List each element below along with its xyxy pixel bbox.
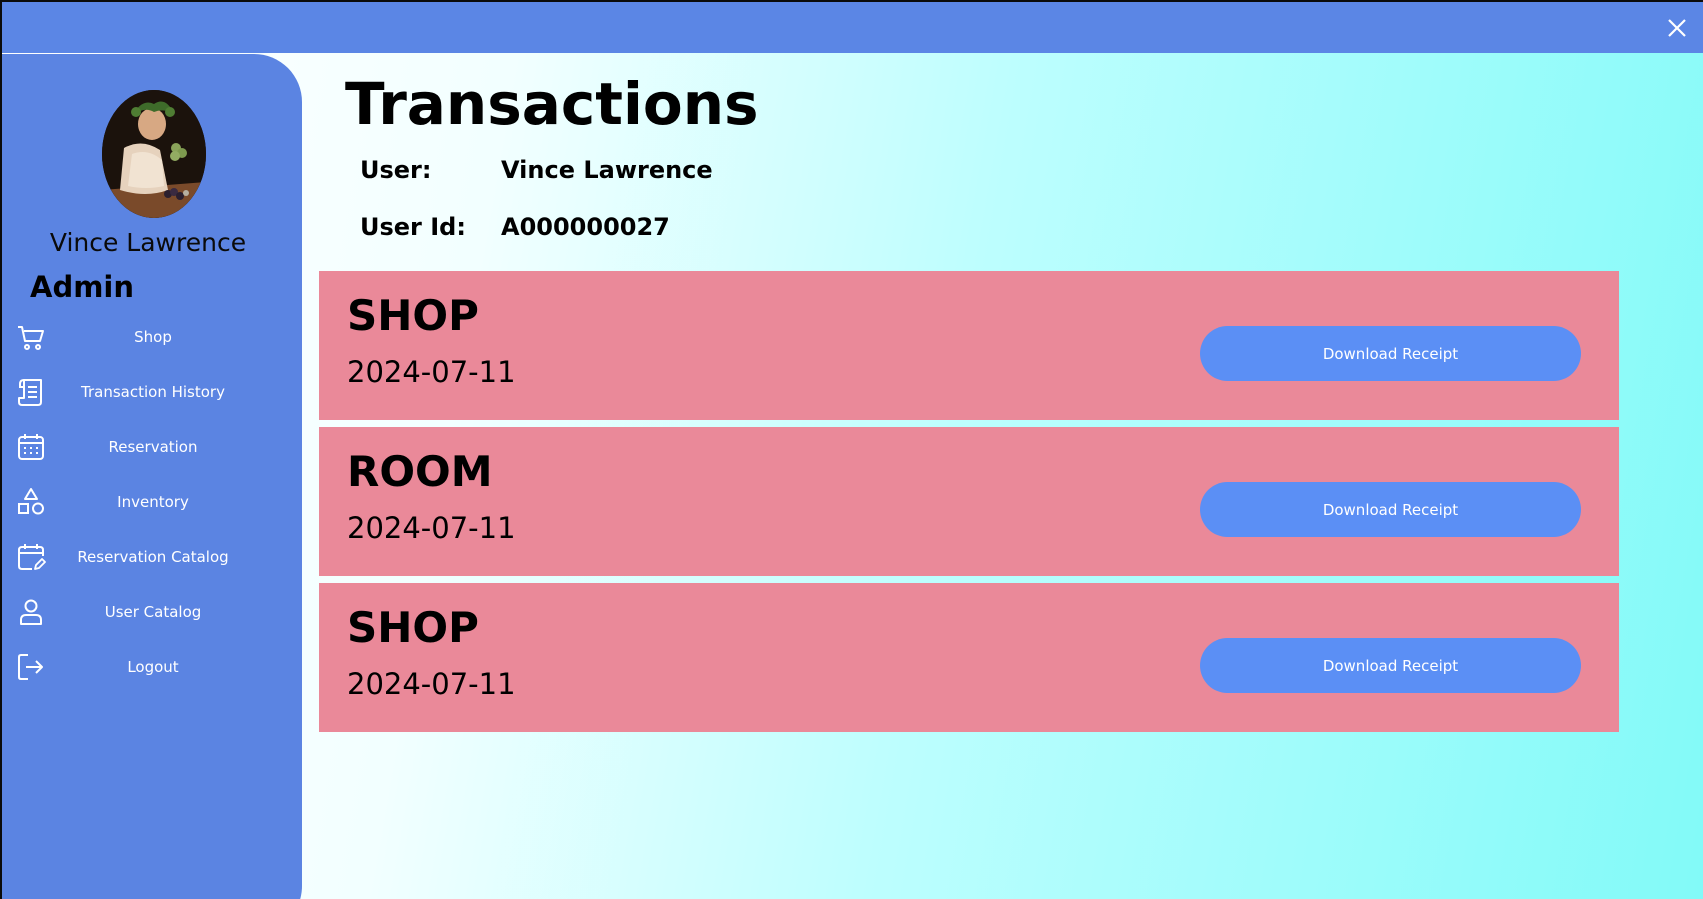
transaction-card: SHOP 2024-07-11 Download Receipt: [319, 271, 1619, 420]
nav-label-shop: Shop: [134, 328, 172, 346]
nav-item-logout[interactable]: Logout: [2, 644, 302, 692]
user-label: User:: [360, 156, 432, 184]
transaction-date: 2024-07-11: [347, 355, 516, 389]
nav-item-shop[interactable]: Shop: [2, 314, 302, 362]
nav-item-user-catalog[interactable]: User Catalog: [2, 589, 302, 637]
nav-item-inventory[interactable]: Inventory: [2, 479, 302, 527]
logout-icon: [18, 654, 43, 680]
nav-item-reservation-catalog[interactable]: Reservation Catalog: [2, 534, 302, 582]
transaction-type: SHOP: [347, 291, 479, 340]
sidebar: Vince Lawrence Admin Shop Transaction Hi…: [2, 54, 302, 899]
nav-item-reservation[interactable]: Reservation: [2, 424, 302, 472]
title-bar: [2, 2, 1703, 53]
download-receipt-button[interactable]: Download Receipt: [1200, 482, 1581, 537]
user-value: Vince Lawrence: [501, 156, 713, 184]
receipt-icon: [18, 379, 42, 406]
transaction-date: 2024-07-11: [347, 667, 516, 701]
close-icon[interactable]: [1661, 12, 1693, 44]
transaction-type: ROOM: [347, 447, 493, 496]
nav-label-logout: Logout: [127, 658, 179, 676]
nav-label-transaction-history: Transaction History: [81, 383, 225, 401]
download-receipt-button[interactable]: Download Receipt: [1200, 326, 1581, 381]
calendar-edit-icon: [18, 544, 46, 570]
transaction-date: 2024-07-11: [347, 511, 516, 545]
cart-icon: [18, 326, 44, 350]
nav-label-reservation: Reservation: [108, 438, 198, 456]
nav-label-reservation-catalog: Reservation Catalog: [77, 548, 229, 566]
transaction-type: SHOP: [347, 603, 479, 652]
transaction-card: ROOM 2024-07-11 Download Receipt: [319, 427, 1619, 576]
user-role: Admin: [30, 270, 135, 304]
nav-label-user-catalog: User Catalog: [104, 603, 202, 621]
profile-name: Vince Lawrence: [49, 228, 247, 257]
transaction-card: SHOP 2024-07-11 Download Receipt: [319, 583, 1619, 732]
avatar: [102, 90, 206, 218]
nav-item-transaction-history[interactable]: Transaction History: [2, 369, 302, 417]
calendar-icon: [18, 434, 44, 460]
user-id-label: User Id:: [360, 213, 466, 241]
shapes-icon: [18, 488, 44, 515]
page-title: Transactions: [345, 70, 759, 138]
download-receipt-button[interactable]: Download Receipt: [1200, 638, 1581, 693]
user-id-value: A000000027: [501, 213, 670, 241]
app-window: Vince Lawrence Admin Shop Transaction Hi…: [2, 2, 1703, 899]
user-icon: [20, 599, 42, 625]
nav-label-inventory: Inventory: [117, 493, 189, 511]
